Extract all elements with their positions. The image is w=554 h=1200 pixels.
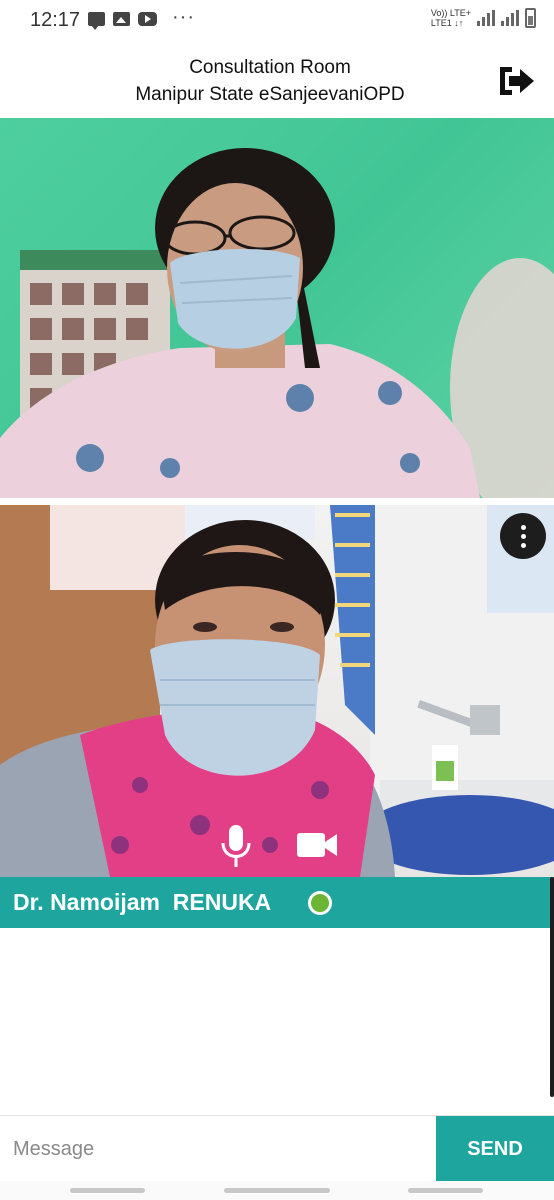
remote-video <box>0 118 554 498</box>
youtube-icon <box>138 12 157 26</box>
send-button[interactable]: SEND <box>436 1116 554 1182</box>
exit-icon[interactable] <box>496 64 536 98</box>
video-divider <box>0 498 554 505</box>
battery-icon <box>525 8 536 28</box>
signal-icon-2 <box>501 10 519 26</box>
system-icons: Vo)) LTE+ LTE1 ↓↑ <box>431 8 536 28</box>
more-notifications-icon: ··· <box>172 6 195 28</box>
status-bar: 12:17 ··· Vo)) LTE+ LTE1 ↓↑ <box>0 0 554 44</box>
participant-bar: Dr. Namoijam RENUKA <box>0 877 554 928</box>
self-video <box>0 505 554 877</box>
online-status-icon <box>308 891 332 915</box>
remote-video-frame <box>0 148 554 498</box>
image-icon <box>113 12 130 26</box>
mic-icon[interactable] <box>218 823 254 871</box>
status-time: 12:17 <box>30 9 81 31</box>
navigation-bar <box>0 1181 554 1200</box>
scrollbar[interactable] <box>550 877 554 1097</box>
self-video-frame <box>0 505 554 877</box>
message-composer: SEND <box>0 1115 554 1182</box>
network-indicator: Vo)) LTE+ LTE1 ↓↑ <box>430 8 471 28</box>
message-icon <box>88 12 105 30</box>
more-vert-icon[interactable] <box>500 513 546 559</box>
chat-messages <box>0 928 554 1115</box>
nav-back-button[interactable] <box>408 1188 483 1193</box>
notification-icons <box>88 12 157 30</box>
participant-name: Dr. Namoijam RENUKA <box>13 889 272 915</box>
nav-recents-button[interactable] <box>70 1188 145 1193</box>
page-title: Consultation Room <box>189 57 351 78</box>
signal-icon <box>477 10 495 26</box>
nav-home-button[interactable] <box>224 1188 330 1193</box>
message-input[interactable] <box>0 1116 436 1182</box>
page-subtitle: Manipur State eSanjeevaniOPD <box>135 84 405 105</box>
app-header: Consultation Room Manipur State eSanjeev… <box>0 44 554 118</box>
video-camera-icon[interactable] <box>295 830 339 860</box>
